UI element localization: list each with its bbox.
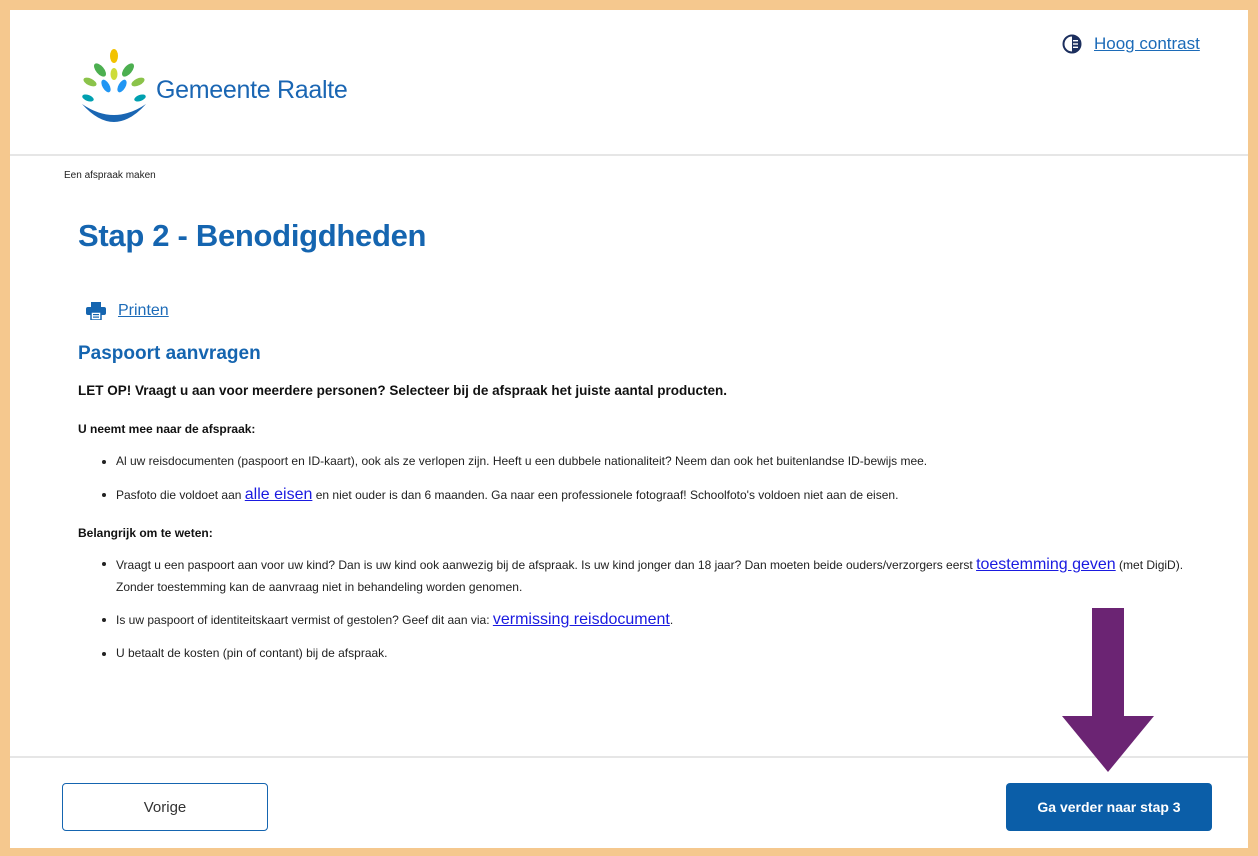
list-item: Vraagt u een paspoort aan voor uw kind? … (102, 554, 1212, 598)
org-name: Gemeente Raalte (156, 76, 348, 104)
arrow-down-icon (1062, 608, 1154, 772)
page-title: Stap 2 - Benodigdheden (78, 218, 427, 253)
toestemming-link[interactable]: toestemming geven (976, 556, 1116, 573)
know-heading: Belangrijk om te weten: (78, 526, 213, 540)
print-label[interactable]: Printen (118, 302, 169, 320)
list-item: Is uw paspoort of identiteitskaart vermi… (102, 610, 1212, 630)
section-title: Paspoort aanvragen (78, 343, 261, 364)
contrast-icon (1062, 34, 1082, 54)
high-contrast-toggle[interactable]: Hoog contrast (1062, 34, 1200, 54)
printer-icon (86, 302, 106, 320)
logo-icon[interactable] (76, 48, 152, 126)
list-item: Pasfoto die voldoet aan alle eisen en ni… (102, 485, 1212, 505)
list-item: Al uw reisdocumenten (paspoort en ID-kaa… (102, 452, 1212, 471)
breadcrumb: Een afspraak maken (64, 170, 156, 181)
alle-eisen-link[interactable]: alle eisen (245, 486, 313, 503)
previous-button[interactable]: Vorige (62, 783, 268, 831)
warning-text: LET OP! Vraagt u aan voor meerdere perso… (78, 383, 727, 398)
list-item: U betaalt de kosten (pin of contant) bij… (102, 644, 1212, 663)
know-list: Vraagt u een paspoort aan voor uw kind? … (102, 554, 1212, 663)
high-contrast-label[interactable]: Hoog contrast (1094, 34, 1200, 54)
bring-heading: U neemt mee naar de afspraak: (78, 422, 256, 436)
print-link[interactable]: Printen (86, 302, 169, 320)
bring-list: Al uw reisdocumenten (paspoort en ID-kaa… (102, 452, 1212, 505)
site-header: Gemeente Raalte Hoog contrast (10, 10, 1248, 156)
vermissing-link[interactable]: vermissing reisdocument (493, 611, 670, 628)
next-step-button[interactable]: Ga verder naar stap 3 (1006, 783, 1212, 831)
page-frame: Gemeente Raalte Hoog contrast Een afspra… (10, 10, 1248, 848)
